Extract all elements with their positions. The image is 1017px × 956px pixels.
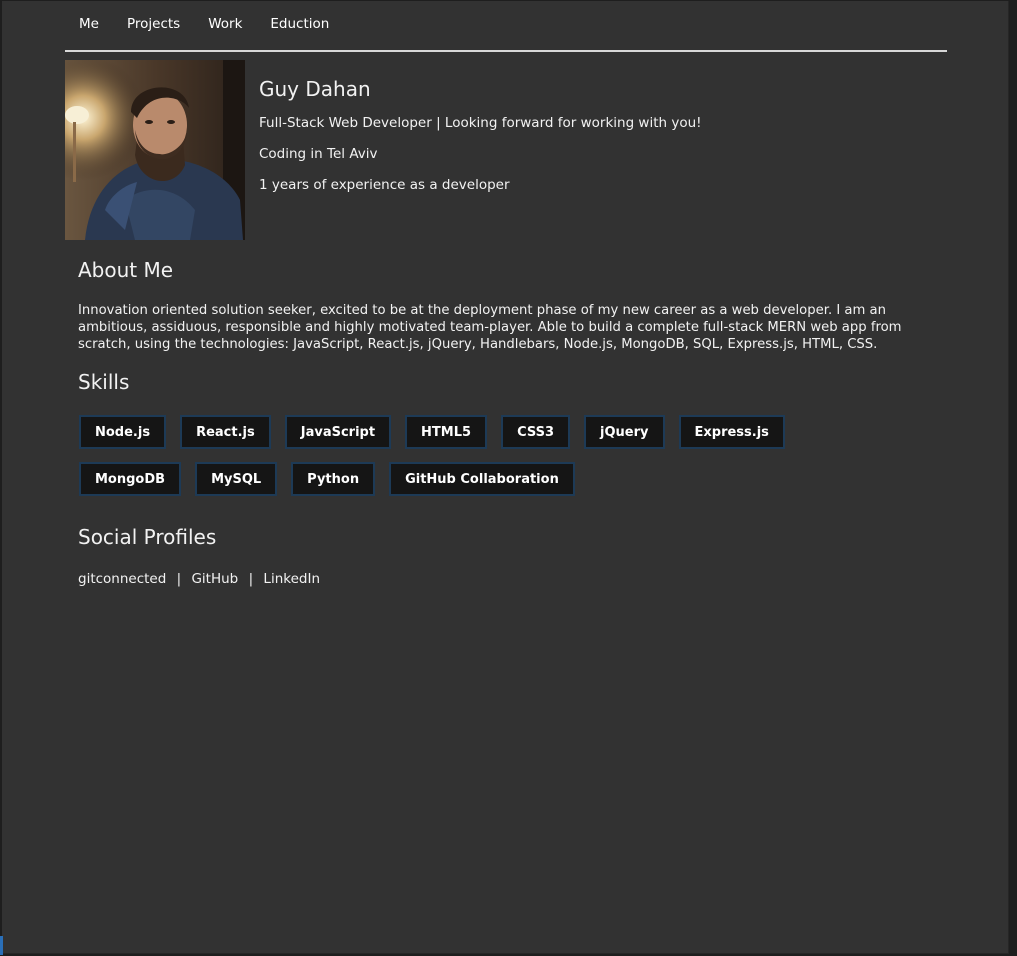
profile-name: Guy Dahan (259, 77, 371, 101)
profile-experience: 1 years of experience as a developer (259, 177, 510, 193)
nav-item-projects[interactable]: Projects (127, 16, 180, 32)
social-link-gitconnected[interactable]: gitconnected (78, 571, 166, 587)
skill-badge: React.js (180, 415, 271, 449)
skill-badge: Python (291, 462, 376, 496)
skill-badge: Node.js (79, 415, 167, 449)
social-separator: | (248, 571, 254, 587)
skill-badge: CSS3 (501, 415, 571, 449)
window-corner-accent (0, 936, 3, 955)
skill-badge: MongoDB (79, 462, 182, 496)
page-frame: Me Projects Work Eduction Guy Dahan Full… (2, 1, 1009, 954)
social-link-github[interactable]: GitHub (191, 571, 238, 587)
social-title: Social Profiles (78, 525, 217, 549)
skill-badge: MySQL (195, 462, 278, 496)
profile-location: Coding in Tel Aviv (259, 146, 378, 162)
profile-photo-image (65, 60, 245, 240)
skill-badge: GitHub Collaboration (389, 462, 575, 496)
nav-item-education[interactable]: Eduction (270, 16, 329, 32)
top-nav: Me Projects Work Eduction (65, 1, 947, 52)
profile-photo (65, 60, 245, 240)
social-link-linkedin[interactable]: LinkedIn (263, 571, 320, 587)
about-title: About Me (78, 258, 174, 282)
nav-item-me[interactable]: Me (79, 16, 99, 32)
skill-badge: HTML5 (405, 415, 488, 449)
profile-headline: Full-Stack Web Developer | Looking forwa… (259, 115, 702, 131)
skill-badge: jQuery (584, 415, 665, 449)
skill-badge: Express.js (678, 415, 785, 449)
skills-title: Skills (78, 370, 130, 394)
about-text: Innovation oriented solution seeker, exc… (78, 303, 902, 352)
social-separator: | (176, 571, 182, 587)
social-links: gitconnected | GitHub | LinkedIn (78, 571, 320, 587)
profile-intro: Guy Dahan Full-Stack Web Developer | Loo… (259, 77, 702, 208)
nav-item-work[interactable]: Work (208, 16, 242, 32)
skill-badge: JavaScript (284, 415, 392, 449)
skills-list: Node.js React.js JavaScript HTML5 CSS3 j… (79, 415, 899, 509)
